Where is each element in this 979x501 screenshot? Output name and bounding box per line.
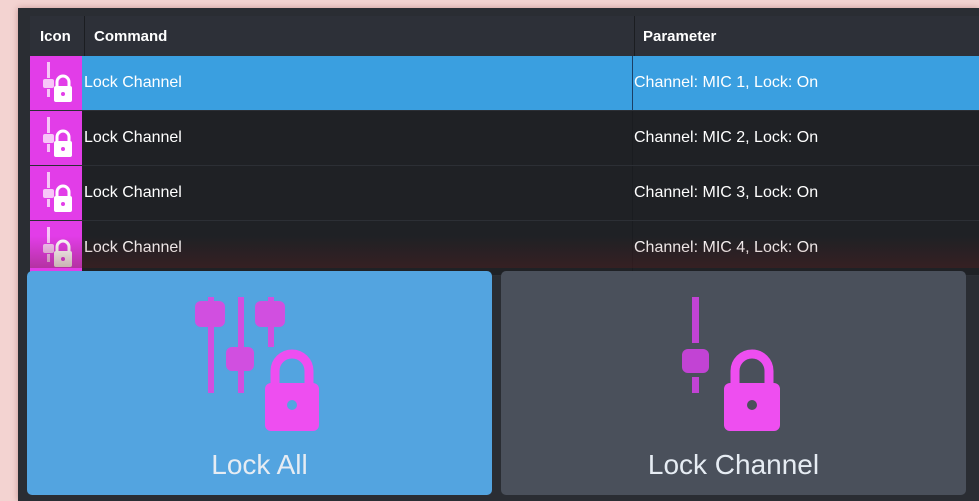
row-command: Lock Channel [84, 74, 182, 91]
column-header-icon[interactable]: Icon [30, 16, 85, 56]
lock-all-label: Lock All [211, 449, 308, 480]
fader-lock-icon [679, 293, 789, 435]
column-header-parameter[interactable]: Parameter [634, 16, 979, 56]
row-parameter: Channel: MIC 1, Lock: On [632, 56, 979, 110]
faders-lock-icon [194, 293, 325, 435]
fader-lock-icon [30, 56, 82, 110]
row-command: Lock Channel [84, 129, 182, 146]
fader-lock-icon [30, 221, 82, 275]
row-parameter: Channel: MIC 4, Lock: On [632, 221, 979, 275]
fader-lock-icon [30, 111, 82, 165]
row-parameter: Channel: MIC 2, Lock: On [632, 111, 979, 165]
table-header: Icon Command Parameter [30, 16, 979, 56]
lock-channel-button[interactable]: Lock Channel [501, 271, 966, 495]
table-row[interactable]: Lock Channel Channel: MIC 3, Lock: On [30, 166, 979, 221]
command-table: Icon Command Parameter Lock Channel Chan… [30, 16, 979, 276]
table-row[interactable]: Lock Channel Channel: MIC 4, Lock: On [30, 221, 979, 276]
row-parameter: Channel: MIC 3, Lock: On [632, 166, 979, 220]
table-row[interactable]: Lock Channel Channel: MIC 2, Lock: On [30, 111, 979, 166]
lock-all-button[interactable]: Lock All [27, 271, 492, 495]
table-row[interactable]: Lock Channel Channel: MIC 1, Lock: On [30, 56, 979, 111]
row-command: Lock Channel [84, 239, 182, 256]
row-command: Lock Channel [84, 184, 182, 201]
command-panel: Icon Command Parameter Lock Channel Chan… [18, 8, 979, 501]
column-header-command[interactable]: Command [85, 16, 634, 56]
fader-lock-icon [30, 166, 82, 220]
lock-channel-label: Lock Channel [647, 449, 820, 480]
